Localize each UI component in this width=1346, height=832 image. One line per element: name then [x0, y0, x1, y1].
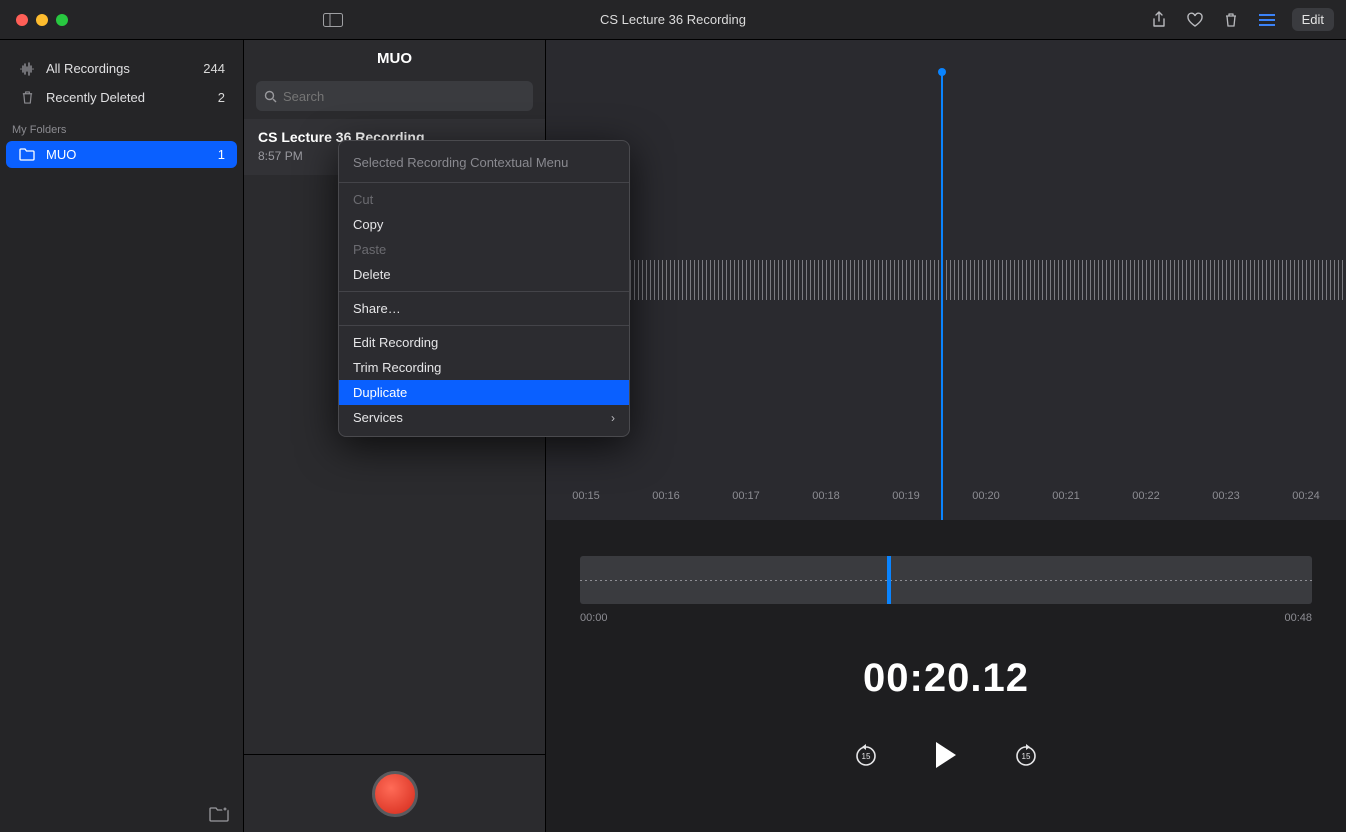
record-button[interactable]: [372, 771, 418, 817]
sidebar-item-label: Recently Deleted: [46, 90, 145, 105]
context-menu-item[interactable]: Duplicate: [339, 380, 629, 405]
time-tick: 00:16: [626, 490, 706, 512]
context-menu-item: Cut: [339, 187, 629, 212]
context-menu-item[interactable]: Services›: [339, 405, 629, 430]
share-icon[interactable]: [1148, 9, 1170, 31]
overview-start-label: 00:00: [580, 612, 608, 624]
context-menu-item[interactable]: Share…: [339, 296, 629, 321]
sidebar-item-label: All Recordings: [46, 61, 130, 76]
time-tick: 00:22: [1106, 490, 1186, 512]
sidebar-item-recently-deleted[interactable]: Recently Deleted 2: [6, 84, 237, 111]
time-tick: 00:18: [786, 490, 866, 512]
context-menu: Selected Recording Contextual Menu CutCo…: [338, 140, 630, 437]
trash-icon: [18, 90, 36, 105]
trash-icon[interactable]: [1220, 9, 1242, 31]
time-tick: 00:24: [1266, 490, 1346, 512]
context-menu-title: Selected Recording Contextual Menu: [339, 147, 629, 178]
context-menu-item[interactable]: Trim Recording: [339, 355, 629, 380]
zoom-window-button[interactable]: [56, 14, 68, 26]
minimize-window-button[interactable]: [36, 14, 48, 26]
overview-end-label: 00:48: [1284, 612, 1312, 624]
time-tick: 00:21: [1026, 490, 1106, 512]
window-title: CS Lecture 36 Recording: [600, 12, 746, 27]
sidebar-item-count: 244: [203, 61, 225, 76]
sidebar-toggle-button[interactable]: [318, 10, 348, 30]
sidebar-item-count: 1: [218, 147, 225, 162]
overview-playhead[interactable]: [887, 556, 891, 604]
play-button[interactable]: [930, 739, 962, 771]
overview-area: 00:00 00:48: [580, 556, 1312, 624]
playhead[interactable]: [941, 72, 943, 520]
edit-button[interactable]: Edit: [1292, 8, 1334, 31]
folder-icon: [18, 148, 36, 161]
time-tick: 00:15: [546, 490, 626, 512]
titlebar: CS Lecture 36 Recording Edit: [0, 0, 1346, 40]
waveform-icon: [18, 62, 36, 76]
sidebar-item-all-recordings[interactable]: All Recordings 244: [6, 55, 237, 82]
chevron-right-icon: ›: [611, 411, 615, 425]
forward-15-button[interactable]: 15: [1010, 739, 1042, 771]
search-field[interactable]: [256, 81, 533, 111]
rewind-15-button[interactable]: 15: [850, 739, 882, 771]
context-menu-item: Paste: [339, 237, 629, 262]
search-input[interactable]: [283, 89, 525, 104]
new-folder-button[interactable]: [0, 796, 243, 832]
context-menu-item[interactable]: Copy: [339, 212, 629, 237]
sidebar-item-label: MUO: [46, 147, 76, 162]
waveform-area[interactable]: 00:1500:1600:1700:1800:1900:2000:2100:22…: [546, 40, 1346, 520]
close-window-button[interactable]: [16, 14, 28, 26]
settings-lines-icon[interactable]: [1256, 9, 1278, 31]
record-row: [244, 754, 545, 832]
favorite-icon[interactable]: [1184, 9, 1206, 31]
current-time-display: 00:20.12: [546, 656, 1346, 701]
waveform: [546, 260, 1346, 300]
sidebar: All Recordings 244 Recently Deleted 2 My…: [0, 40, 244, 832]
overview-track[interactable]: [580, 556, 1312, 604]
transport-controls: 15 15: [546, 739, 1346, 771]
time-tick: 00:19: [866, 490, 946, 512]
context-menu-item[interactable]: Delete: [339, 262, 629, 287]
list-title: MUO: [244, 40, 545, 81]
window-controls: [16, 14, 68, 26]
sidebar-folder-muo[interactable]: MUO 1: [6, 141, 237, 168]
time-ruler: 00:1500:1600:1700:1800:1900:2000:2100:22…: [546, 490, 1346, 512]
svg-text:15: 15: [862, 752, 871, 761]
overview-waveform: [580, 580, 1312, 581]
context-menu-item[interactable]: Edit Recording: [339, 330, 629, 355]
sidebar-item-count: 2: [218, 90, 225, 105]
svg-text:15: 15: [1022, 752, 1031, 761]
time-tick: 00:17: [706, 490, 786, 512]
search-icon: [264, 90, 277, 103]
detail-pane: 00:1500:1600:1700:1800:1900:2000:2100:22…: [546, 40, 1346, 832]
sidebar-section-header: My Folders: [0, 112, 243, 140]
time-tick: 00:20: [946, 490, 1026, 512]
time-tick: 00:23: [1186, 490, 1266, 512]
